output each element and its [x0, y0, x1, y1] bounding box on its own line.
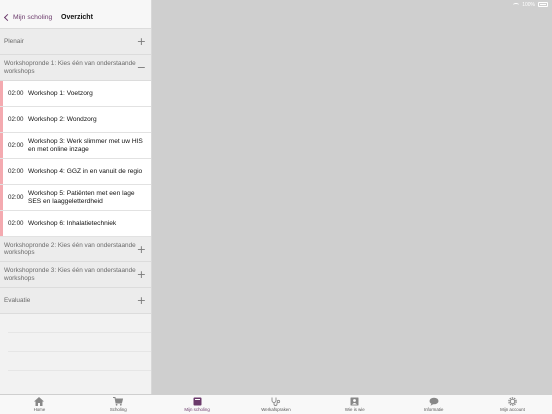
section-workshopronde-1[interactable]: Workshopronde 1: Kies één van onderstaan… [0, 55, 151, 81]
master-pane: Mijn scholing Overzicht Plenair + Worksh… [0, 0, 152, 394]
collapse-minus-icon[interactable]: − [137, 62, 146, 73]
home-icon [34, 397, 45, 406]
tab-scholing[interactable]: Scholing [88, 397, 148, 412]
tab-label: Mijn scholing [184, 407, 210, 412]
divider [8, 314, 151, 333]
tab-label: Informatie [423, 407, 444, 412]
workshop-title: Workshop 6: Inhalatietechniek [28, 219, 117, 227]
workshop-time: 02:00 [8, 168, 24, 175]
workshop-time: 02:00 [8, 142, 24, 149]
tab-label: Home [33, 407, 46, 412]
section-evaluatie[interactable]: Evaluatie + [0, 288, 151, 314]
workshop-row[interactable]: 02:00 Workshop 4: GGZ in en vanuit de re… [0, 159, 151, 185]
expand-plus-icon[interactable]: + [137, 244, 146, 255]
workshop-row[interactable]: 02:00 Workshop 6: Inhalatietechniek [0, 211, 151, 237]
divider [8, 352, 151, 371]
workshop-time: 02:00 [8, 116, 24, 123]
expand-plus-icon[interactable]: + [137, 36, 146, 47]
tab-werkafspraken[interactable]: Werkafspraken [246, 397, 306, 412]
tab-label: Wie is wie [344, 407, 365, 412]
section-label: Workshopronde 2: Kies één van onderstaan… [4, 241, 136, 257]
gear-icon [508, 397, 517, 406]
chat-icon [429, 397, 439, 406]
workshop-row[interactable]: 02:00 Workshop 3: Werk slimmer met uw HI… [0, 133, 151, 159]
workshop-title: Workshop 4: GGZ in en vanuit de regio [28, 167, 143, 175]
tab-label: Werkafspraken [261, 407, 291, 412]
workshop-title: Workshop 5: Patiënten met een lage SES e… [28, 189, 135, 205]
status-bar: 100% [0, 0, 552, 9]
stethoscope-icon [271, 397, 281, 406]
tab-mijn-account[interactable]: Mijn account [482, 397, 542, 412]
back-button[interactable]: Mijn scholing [3, 13, 53, 22]
cart-icon [113, 397, 124, 406]
section-label: Plenair [4, 37, 24, 45]
workshop-time: 02:00 [8, 194, 24, 201]
expand-plus-icon[interactable]: + [137, 295, 146, 306]
section-workshopronde-2[interactable]: Workshopronde 2: Kies één van onderstaan… [0, 237, 151, 262]
section-workshopronde-3[interactable]: Workshopronde 3: Kies één van onderstaan… [0, 262, 151, 288]
section-label: Evaluatie [4, 296, 31, 304]
workshop-time: 02:00 [8, 90, 24, 97]
workshop-title: Workshop 2: Wondzorg [28, 115, 97, 123]
book-icon [193, 397, 202, 406]
chevron-left-icon [3, 13, 12, 22]
tab-bar: Home Scholing Mijn scholing Werkafsprake… [0, 394, 552, 414]
section-label: Workshopronde 1: Kies één van onderstaan… [4, 60, 136, 75]
section-label: Workshopronde 3: Kies één van onderstaan… [4, 267, 136, 282]
workshop-row[interactable]: 02:00 Workshop 5: Patiënten met een lage… [0, 185, 151, 211]
tab-home[interactable]: Home [9, 397, 69, 412]
workshop-title: Workshop 3: Werk slimmer met uw HIS en m… [28, 137, 143, 153]
expand-plus-icon[interactable]: + [137, 269, 146, 280]
tab-informatie[interactable]: Informatie [404, 397, 464, 412]
person-card-icon [350, 397, 359, 406]
divider [8, 333, 151, 352]
tab-wie-is-wie[interactable]: Wie is wie [325, 397, 385, 412]
battery-percentage: 100% [522, 1, 535, 8]
wifi-icon [513, 2, 520, 7]
tab-mijn-scholing[interactable]: Mijn scholing [167, 397, 227, 412]
tab-label: Mijn account [500, 407, 525, 412]
back-button-label: Mijn scholing [13, 14, 53, 21]
section-plenair[interactable]: Plenair + [0, 29, 151, 55]
workshop-row[interactable]: 02:00 Workshop 2: Wondzorg [0, 107, 151, 133]
workshop-time: 02:00 [8, 220, 24, 227]
workshop-title: Workshop 1: Voetzorg [28, 89, 93, 97]
battery-icon [538, 2, 548, 7]
page-title: Overzicht [61, 14, 93, 21]
workshop-row[interactable]: 02:00 Workshop 1: Voetzorg [0, 81, 151, 107]
empty-list-area [0, 314, 151, 371]
tab-label: Scholing [109, 407, 127, 412]
